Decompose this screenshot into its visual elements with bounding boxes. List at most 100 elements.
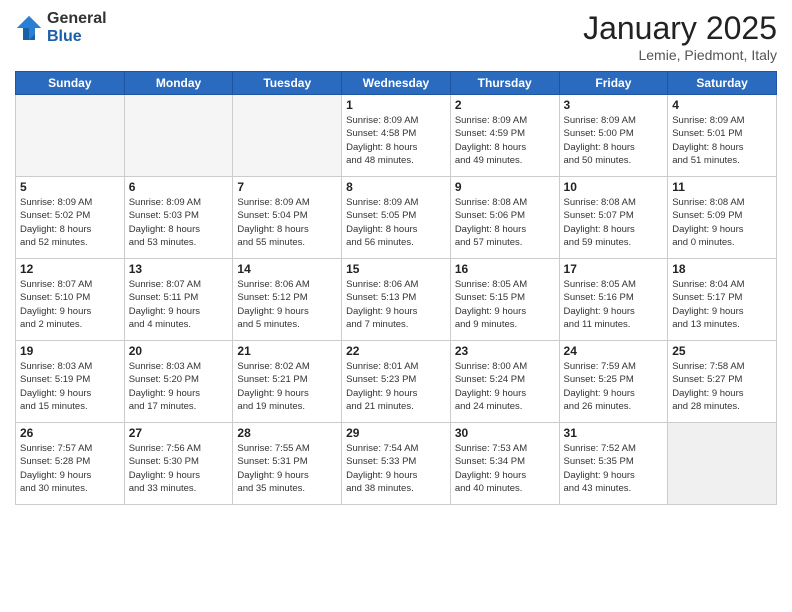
- day-number: 1: [346, 98, 446, 112]
- day-info: Sunrise: 7:59 AM Sunset: 5:25 PM Dayligh…: [564, 360, 664, 413]
- weekday-header-friday: Friday: [559, 72, 668, 95]
- weekday-header-tuesday: Tuesday: [233, 72, 342, 95]
- day-info: Sunrise: 8:09 AM Sunset: 4:59 PM Dayligh…: [455, 114, 555, 167]
- day-info: Sunrise: 8:00 AM Sunset: 5:24 PM Dayligh…: [455, 360, 555, 413]
- day-number: 31: [564, 426, 664, 440]
- day-number: 13: [129, 262, 229, 276]
- weekday-header-saturday: Saturday: [668, 72, 777, 95]
- day-info: Sunrise: 7:52 AM Sunset: 5:35 PM Dayligh…: [564, 442, 664, 495]
- calendar-cell: [668, 423, 777, 505]
- day-number: 15: [346, 262, 446, 276]
- day-number: 14: [237, 262, 337, 276]
- week-row-5: 26 Sunrise: 7:57 AM Sunset: 5:28 PM Dayli…: [16, 423, 777, 505]
- day-number: 16: [455, 262, 555, 276]
- calendar-cell: 10 Sunrise: 8:08 AM Sunset: 5:07 PM Dayli…: [559, 177, 668, 259]
- calendar-cell: 29 Sunrise: 7:54 AM Sunset: 5:33 PM Dayli…: [342, 423, 451, 505]
- week-row-4: 19 Sunrise: 8:03 AM Sunset: 5:19 PM Dayli…: [16, 341, 777, 423]
- day-number: 20: [129, 344, 229, 358]
- day-number: 6: [129, 180, 229, 194]
- day-info: Sunrise: 8:09 AM Sunset: 5:00 PM Dayligh…: [564, 114, 664, 167]
- day-info: Sunrise: 8:05 AM Sunset: 5:15 PM Dayligh…: [455, 278, 555, 331]
- calendar-cell: 11 Sunrise: 8:08 AM Sunset: 5:09 PM Dayli…: [668, 177, 777, 259]
- title-section: January 2025 Lemie, Piedmont, Italy: [583, 10, 777, 63]
- day-number: 19: [20, 344, 120, 358]
- day-info: Sunrise: 7:57 AM Sunset: 5:28 PM Dayligh…: [20, 442, 120, 495]
- day-number: 4: [672, 98, 772, 112]
- calendar-cell: 9 Sunrise: 8:08 AM Sunset: 5:06 PM Daylig…: [450, 177, 559, 259]
- day-number: 12: [20, 262, 120, 276]
- day-info: Sunrise: 8:01 AM Sunset: 5:23 PM Dayligh…: [346, 360, 446, 413]
- weekday-header-monday: Monday: [124, 72, 233, 95]
- calendar-cell: 31 Sunrise: 7:52 AM Sunset: 5:35 PM Dayli…: [559, 423, 668, 505]
- calendar-cell: 21Sunrise: 8:02 AM Sunset: 5:21 PM Dayli…: [233, 341, 342, 423]
- weekday-header-sunday: Sunday: [16, 72, 125, 95]
- day-number: 22: [346, 344, 446, 358]
- day-number: 9: [455, 180, 555, 194]
- day-number: 11: [672, 180, 772, 194]
- calendar-cell: 18 Sunrise: 8:04 AM Sunset: 5:17 PM Dayli…: [668, 259, 777, 341]
- day-number: 18: [672, 262, 772, 276]
- logo-blue-text: Blue: [47, 28, 107, 46]
- page: General Blue January 2025 Lemie, Piedmon…: [0, 0, 792, 612]
- day-info: Sunrise: 7:54 AM Sunset: 5:33 PM Dayligh…: [346, 442, 446, 495]
- calendar-cell: 1 Sunrise: 8:09 AM Sunset: 4:58 PM Daylig…: [342, 95, 451, 177]
- day-info: Sunrise: 8:07 AM Sunset: 5:11 PM Dayligh…: [129, 278, 229, 331]
- day-number: 29: [346, 426, 446, 440]
- calendar-cell: [124, 95, 233, 177]
- calendar-cell: 23 Sunrise: 8:00 AM Sunset: 5:24 PM Dayli…: [450, 341, 559, 423]
- calendar-cell: 27Sunrise: 7:56 AM Sunset: 5:30 PM Dayli…: [124, 423, 233, 505]
- day-number: 25: [672, 344, 772, 358]
- calendar-cell: 19 Sunrise: 8:03 AM Sunset: 5:19 PM Dayli…: [16, 341, 125, 423]
- day-info: Sunrise: 8:05 AM Sunset: 5:16 PM Dayligh…: [564, 278, 664, 331]
- day-info: Sunrise: 8:04 AM Sunset: 5:17 PM Dayligh…: [672, 278, 772, 331]
- day-number: 3: [564, 98, 664, 112]
- calendar-cell: 24Sunrise: 7:59 AM Sunset: 5:25 PM Dayli…: [559, 341, 668, 423]
- day-info: Sunrise: 8:08 AM Sunset: 5:09 PM Dayligh…: [672, 196, 772, 249]
- day-info: Sunrise: 7:53 AM Sunset: 5:34 PM Dayligh…: [455, 442, 555, 495]
- calendar-cell: 25 Sunrise: 7:58 AM Sunset: 5:27 PM Dayli…: [668, 341, 777, 423]
- calendar-cell: 6 Sunrise: 8:09 AM Sunset: 5:03 PM Daylig…: [124, 177, 233, 259]
- calendar-cell: 28 Sunrise: 7:55 AM Sunset: 5:31 PM Dayli…: [233, 423, 342, 505]
- day-info: Sunrise: 8:03 AM Sunset: 5:20 PM Dayligh…: [129, 360, 229, 413]
- calendar-cell: 20 Sunrise: 8:03 AM Sunset: 5:20 PM Dayli…: [124, 341, 233, 423]
- day-info: Sunrise: 8:03 AM Sunset: 5:19 PM Dayligh…: [20, 360, 120, 413]
- day-number: 10: [564, 180, 664, 194]
- day-info: Sunrise: 7:58 AM Sunset: 5:27 PM Dayligh…: [672, 360, 772, 413]
- day-info: Sunrise: 8:09 AM Sunset: 5:04 PM Dayligh…: [237, 196, 337, 249]
- calendar-cell: 17 Sunrise: 8:05 AM Sunset: 5:16 PM Dayli…: [559, 259, 668, 341]
- calendar-cell: 8Sunrise: 8:09 AM Sunset: 5:05 PM Daylig…: [342, 177, 451, 259]
- day-number: 28: [237, 426, 337, 440]
- logo-icon: [15, 14, 43, 42]
- day-info: Sunrise: 8:06 AM Sunset: 5:13 PM Dayligh…: [346, 278, 446, 331]
- weekday-header-wednesday: Wednesday: [342, 72, 451, 95]
- month-title: January 2025: [583, 10, 777, 47]
- day-info: Sunrise: 8:09 AM Sunset: 5:03 PM Dayligh…: [129, 196, 229, 249]
- week-row-3: 12 Sunrise: 8:07 AM Sunset: 5:10 PM Dayli…: [16, 259, 777, 341]
- calendar-cell: 14 Sunrise: 8:06 AM Sunset: 5:12 PM Dayli…: [233, 259, 342, 341]
- day-number: 23: [455, 344, 555, 358]
- logo-text: General Blue: [47, 10, 107, 45]
- calendar-cell: 16 Sunrise: 8:05 AM Sunset: 5:15 PM Dayli…: [450, 259, 559, 341]
- day-number: 26: [20, 426, 120, 440]
- day-number: 30: [455, 426, 555, 440]
- day-info: Sunrise: 8:06 AM Sunset: 5:12 PM Dayligh…: [237, 278, 337, 331]
- day-info: Sunrise: 7:55 AM Sunset: 5:31 PM Dayligh…: [237, 442, 337, 495]
- day-number: 17: [564, 262, 664, 276]
- calendar: SundayMondayTuesdayWednesdayThursdayFrid…: [15, 71, 777, 505]
- header: General Blue January 2025 Lemie, Piedmon…: [15, 10, 777, 63]
- day-info: Sunrise: 8:08 AM Sunset: 5:06 PM Dayligh…: [455, 196, 555, 249]
- weekday-header-thursday: Thursday: [450, 72, 559, 95]
- calendar-cell: [16, 95, 125, 177]
- logo: General Blue: [15, 10, 107, 45]
- location: Lemie, Piedmont, Italy: [583, 47, 777, 63]
- day-info: Sunrise: 8:07 AM Sunset: 5:10 PM Dayligh…: [20, 278, 120, 331]
- week-row-1: 1 Sunrise: 8:09 AM Sunset: 4:58 PM Daylig…: [16, 95, 777, 177]
- calendar-cell: 30 Sunrise: 7:53 AM Sunset: 5:34 PM Dayli…: [450, 423, 559, 505]
- weekday-header-row: SundayMondayTuesdayWednesdayThursdayFrid…: [16, 72, 777, 95]
- day-number: 21: [237, 344, 337, 358]
- day-info: Sunrise: 8:09 AM Sunset: 4:58 PM Dayligh…: [346, 114, 446, 167]
- day-info: Sunrise: 7:56 AM Sunset: 5:30 PM Dayligh…: [129, 442, 229, 495]
- day-info: Sunrise: 8:09 AM Sunset: 5:05 PM Dayligh…: [346, 196, 446, 249]
- day-info: Sunrise: 8:08 AM Sunset: 5:07 PM Dayligh…: [564, 196, 664, 249]
- week-row-2: 5Sunrise: 8:09 AM Sunset: 5:02 PM Daylig…: [16, 177, 777, 259]
